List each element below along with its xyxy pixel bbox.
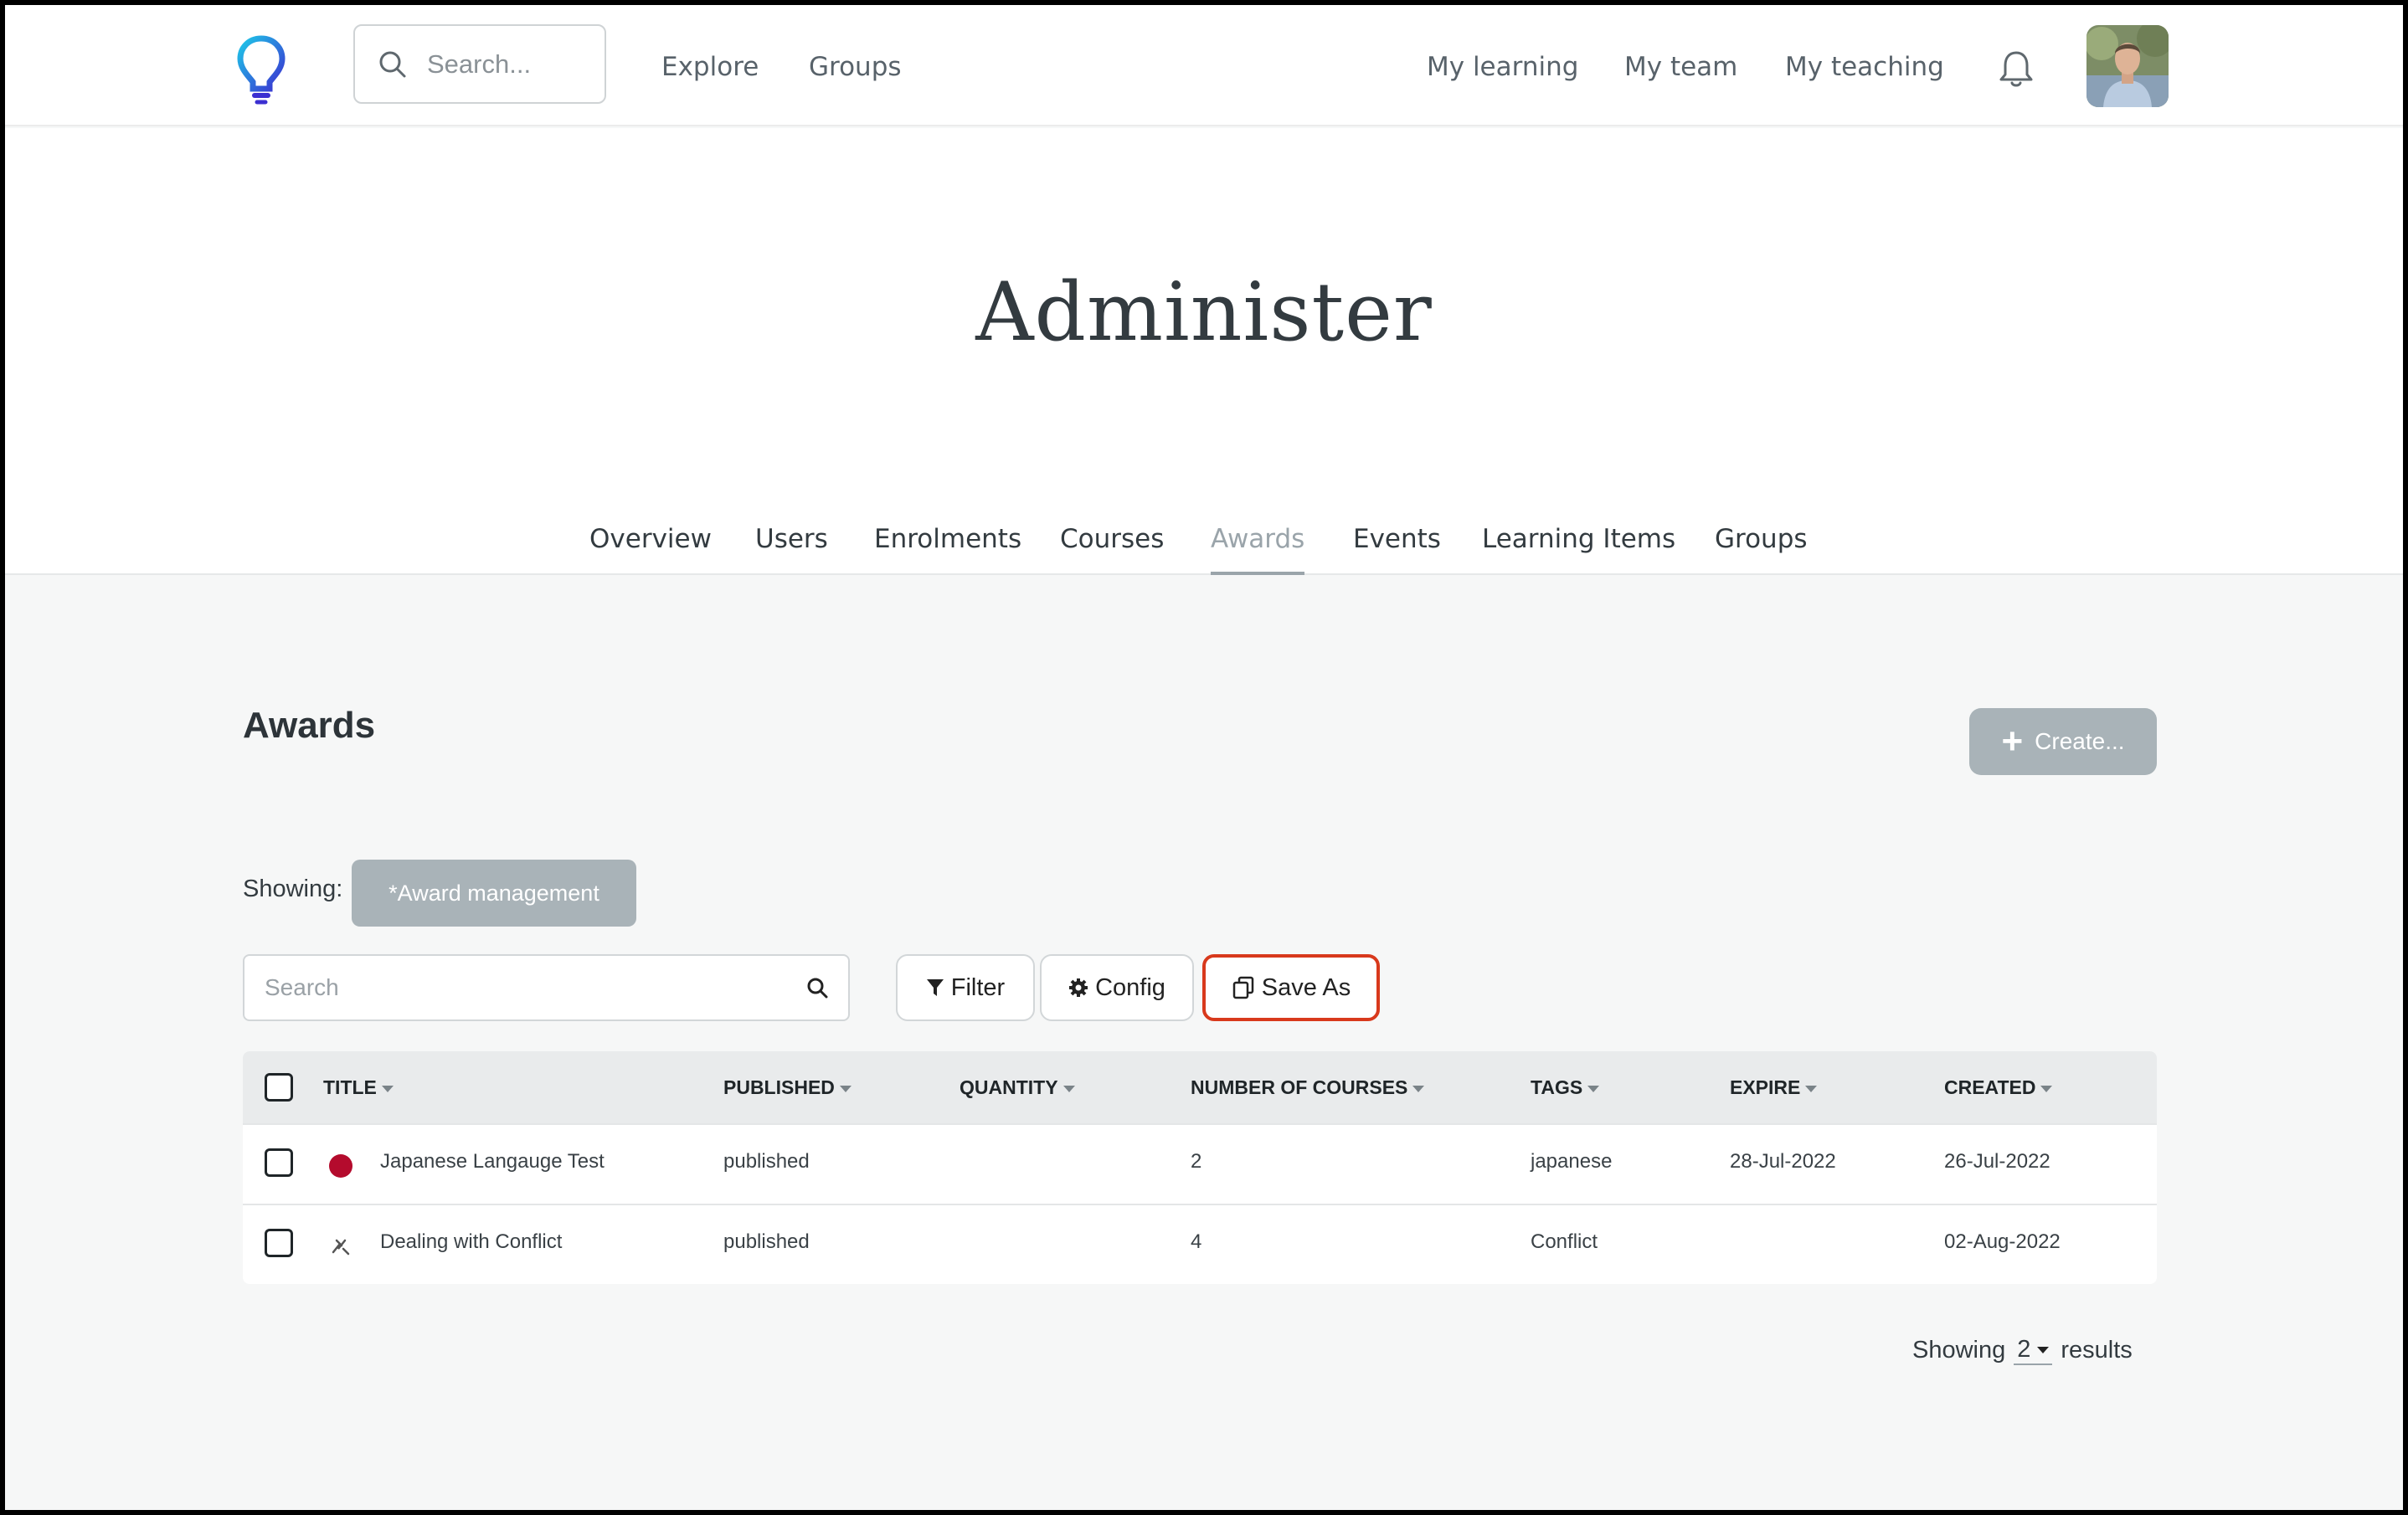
filter-button[interactable]: Filter	[896, 954, 1035, 1021]
tab-events[interactable]: Events	[1353, 518, 1441, 575]
results-suffix: results	[2061, 1337, 2133, 1364]
plus-icon: +	[2001, 721, 2024, 762]
sort-caret-icon	[1587, 1085, 1600, 1092]
row-checkbox[interactable]	[265, 1148, 293, 1177]
award-courses: 2	[1191, 1150, 1202, 1173]
tab-enrolments[interactable]: Enrolments	[874, 518, 1021, 575]
results-prefix: Showing	[1912, 1337, 2006, 1364]
tab-learning-items[interactable]: Learning Items	[1482, 518, 1675, 575]
table-row[interactable]: Japanese Langauge Test published 2 japan…	[243, 1123, 2157, 1204]
column-tags-label: TAGS	[1531, 1076, 1583, 1098]
search-icon[interactable]	[806, 977, 828, 999]
column-header-quantity[interactable]: QUANTITY	[960, 1076, 1075, 1099]
sort-caret-icon	[1063, 1085, 1075, 1092]
column-header-tags[interactable]: TAGS	[1531, 1076, 1600, 1099]
nav-my-learning[interactable]: My learning	[1427, 52, 1578, 82]
tab-awards[interactable]: Awards	[1211, 518, 1305, 575]
page-title: Administer	[975, 265, 1433, 359]
results-count: Showing 2 results	[1912, 1336, 2133, 1365]
column-header-published[interactable]: PUBLISHED	[723, 1076, 852, 1099]
column-created-label: CREATED	[1944, 1076, 2036, 1098]
column-title-label: TITLE	[323, 1076, 377, 1098]
page-header: Administer Overview Users Enrolments Cou…	[5, 128, 2403, 575]
award-title[interactable]: Japanese Langauge Test	[380, 1150, 605, 1173]
awards-table: TITLE PUBLISHED QUANTITY NUMBER OF COURS…	[243, 1051, 2157, 1284]
filter-icon	[926, 979, 944, 996]
config-button[interactable]: Config	[1040, 954, 1194, 1021]
chevron-down-icon	[2037, 1346, 2050, 1353]
sort-caret-icon	[2040, 1085, 2053, 1092]
column-courses-label: NUMBER OF COURSES	[1191, 1076, 1408, 1098]
sort-caret-icon	[839, 1085, 852, 1092]
table-search-placeholder: Search	[265, 974, 339, 1000]
tab-groups[interactable]: Groups	[1715, 518, 1808, 575]
global-search-input[interactable]: Search...	[353, 24, 606, 104]
japan-flag-icon	[329, 1154, 352, 1178]
page-size-select[interactable]: 2	[2014, 1336, 2053, 1365]
column-quantity-label: QUANTITY	[960, 1076, 1058, 1098]
tab-users[interactable]: Users	[755, 518, 828, 575]
award-created: 02-Aug-2022	[1944, 1230, 2061, 1253]
select-all-checkbox[interactable]	[265, 1073, 293, 1102]
award-title[interactable]: Dealing with Conflict	[380, 1230, 562, 1254]
saved-view-selector[interactable]: *Award management	[352, 860, 636, 927]
tab-courses[interactable]: Courses	[1060, 518, 1164, 575]
create-button[interactable]: + Create...	[1969, 708, 2157, 775]
showing-label: Showing:	[243, 876, 343, 902]
notification-bell-icon[interactable]	[1998, 49, 2035, 89]
global-search-placeholder: Search...	[427, 49, 532, 79]
copy-icon	[1232, 976, 1254, 999]
award-courses: 4	[1191, 1230, 1202, 1253]
column-header-number-of-courses[interactable]: NUMBER OF COURSES	[1191, 1076, 1425, 1099]
column-published-label: PUBLISHED	[723, 1076, 835, 1098]
award-tags: Conflict	[1531, 1230, 1598, 1253]
row-checkbox[interactable]	[265, 1229, 293, 1257]
column-header-title[interactable]: TITLE	[323, 1076, 394, 1099]
nav-my-team[interactable]: My team	[1624, 52, 1737, 82]
sort-caret-icon	[1412, 1085, 1425, 1092]
award-created: 26-Jul-2022	[1944, 1150, 2050, 1173]
lightbulb-logo-icon[interactable]	[236, 33, 286, 105]
app-frame: Search... Explore Groups My learning My …	[5, 5, 2403, 1510]
filter-button-label: Filter	[950, 973, 1006, 1001]
sort-caret-icon	[1805, 1085, 1818, 1092]
awards-section-title: Awards	[243, 705, 376, 746]
save-as-button-label: Save As	[1261, 973, 1351, 1001]
sort-caret-icon	[381, 1085, 394, 1092]
save-as-button[interactable]: Save As	[1202, 954, 1380, 1021]
table-row[interactable]: Dealing with Conflict published 4 Confli…	[243, 1204, 2157, 1284]
column-header-created[interactable]: CREATED	[1944, 1076, 2053, 1099]
table-search-input[interactable]: Search	[243, 954, 850, 1021]
user-avatar[interactable]	[2086, 25, 2169, 107]
admin-tabs: Overview Users Enrolments Courses Awards…	[5, 518, 2403, 575]
award-published: published	[723, 1150, 810, 1173]
nav-my-teaching[interactable]: My teaching	[1785, 52, 1944, 82]
nav-groups[interactable]: Groups	[809, 52, 902, 82]
conflict-icon	[332, 1239, 350, 1256]
award-published: published	[723, 1230, 810, 1253]
nav-explore[interactable]: Explore	[661, 52, 759, 82]
award-expire: 28-Jul-2022	[1730, 1150, 1836, 1173]
tab-overview[interactable]: Overview	[589, 518, 712, 575]
column-header-expire[interactable]: EXPIRE	[1730, 1076, 1818, 1099]
create-button-label: Create...	[2035, 728, 2125, 754]
avatar-photo-icon	[2086, 25, 2169, 107]
top-navigation-bar: Search... Explore Groups My learning My …	[5, 5, 2403, 126]
column-expire-label: EXPIRE	[1730, 1076, 1801, 1098]
award-tags: japanese	[1531, 1150, 1613, 1173]
page-size-value: 2	[2017, 1336, 2031, 1363]
gear-icon	[1069, 978, 1088, 997]
config-button-label: Config	[1095, 973, 1165, 1001]
table-header-row: TITLE PUBLISHED QUANTITY NUMBER OF COURS…	[243, 1051, 2157, 1123]
search-icon	[379, 51, 406, 77]
